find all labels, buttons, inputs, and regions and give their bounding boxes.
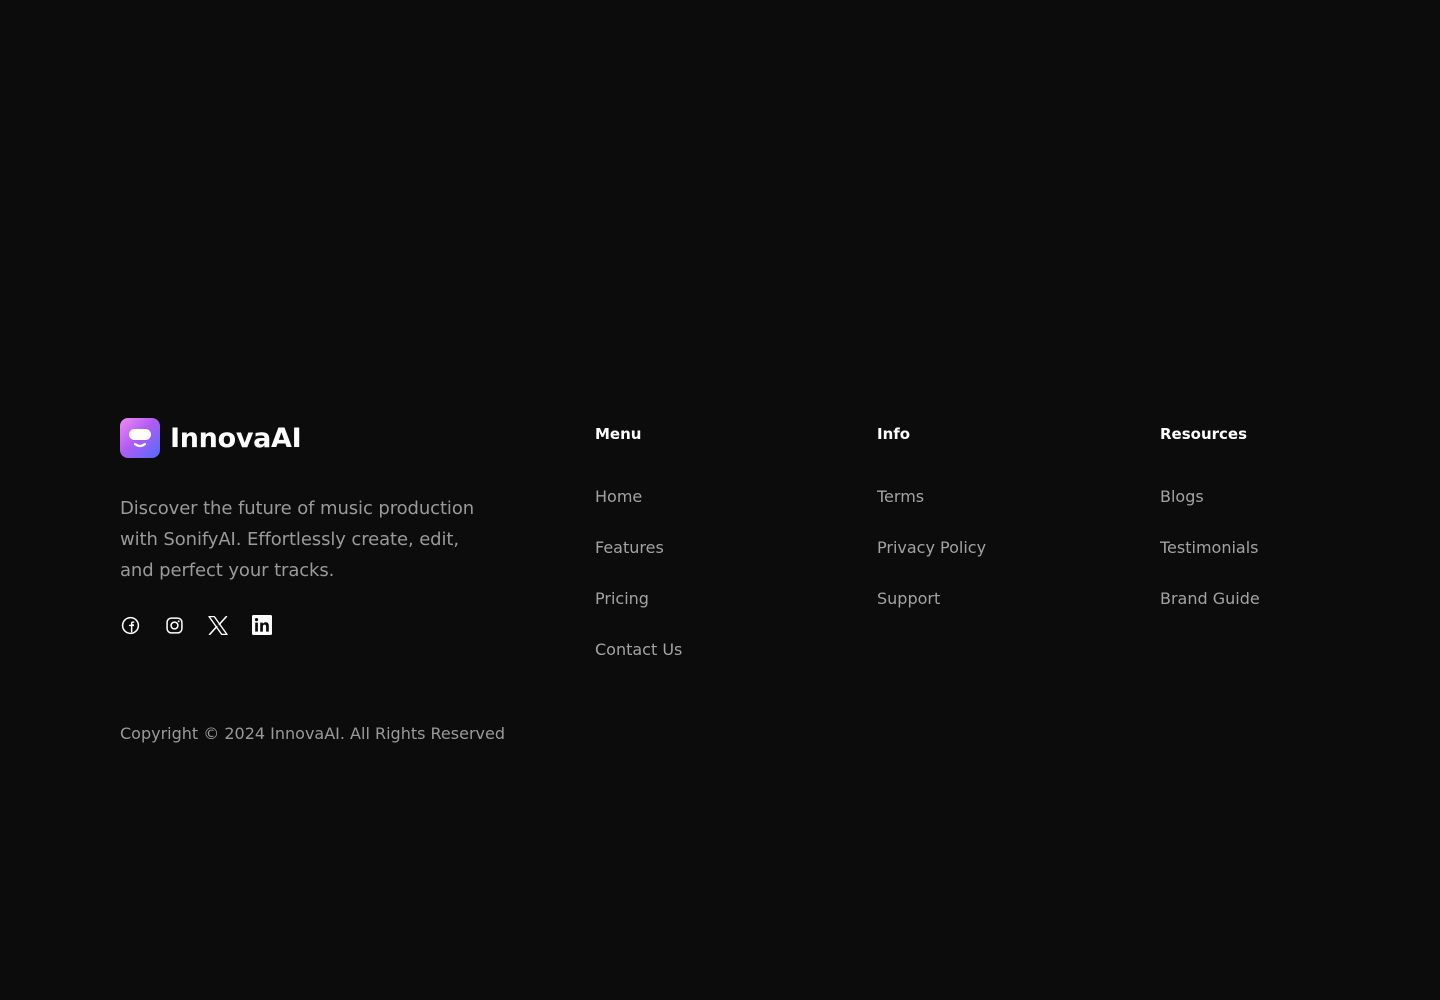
info-column-title: Info xyxy=(877,425,911,443)
brand-name: InnovaAI xyxy=(170,422,302,454)
footer-link-privacy-policy[interactable]: Privacy Policy xyxy=(877,538,986,557)
instagram-icon[interactable] xyxy=(164,615,184,635)
page: InnovaAI Discover the future of music pr… xyxy=(0,0,1440,1000)
footer-menu-column: Menu Home Features Pricing Contact Us xyxy=(595,424,682,691)
facebook-icon[interactable] xyxy=(120,615,140,635)
footer-link-pricing[interactable]: Pricing xyxy=(595,589,649,608)
brand-tagline: Discover the future of music production … xyxy=(120,498,475,581)
footer-link-contact-us[interactable]: Contact Us xyxy=(595,640,682,659)
x-twitter-icon[interactable] xyxy=(208,615,228,635)
footer-link-support[interactable]: Support xyxy=(877,589,940,608)
footer-link-testimonials[interactable]: Testimonials xyxy=(1160,538,1259,557)
menu-column-title: Menu xyxy=(595,425,642,443)
copyright-text: Copyright © 2024 InnovaAI. All Rights Re… xyxy=(120,724,505,743)
linkedin-icon[interactable] xyxy=(252,615,272,635)
footer-info-column: Info Terms Privacy Policy Support xyxy=(877,424,986,640)
social-links xyxy=(120,615,272,635)
site-footer: InnovaAI Discover the future of music pr… xyxy=(120,418,1320,758)
footer-link-terms[interactable]: Terms xyxy=(877,487,924,506)
brand[interactable]: InnovaAI xyxy=(120,418,302,458)
resources-column-title: Resources xyxy=(1160,425,1248,443)
footer-link-brand-guide[interactable]: Brand Guide xyxy=(1160,589,1260,608)
logo-icon xyxy=(120,418,160,458)
footer-link-blogs[interactable]: Blogs xyxy=(1160,487,1204,506)
footer-resources-column: Resources Blogs Testimonials Brand Guide xyxy=(1160,424,1260,640)
footer-link-home[interactable]: Home xyxy=(595,487,642,506)
footer-link-features[interactable]: Features xyxy=(595,538,664,557)
